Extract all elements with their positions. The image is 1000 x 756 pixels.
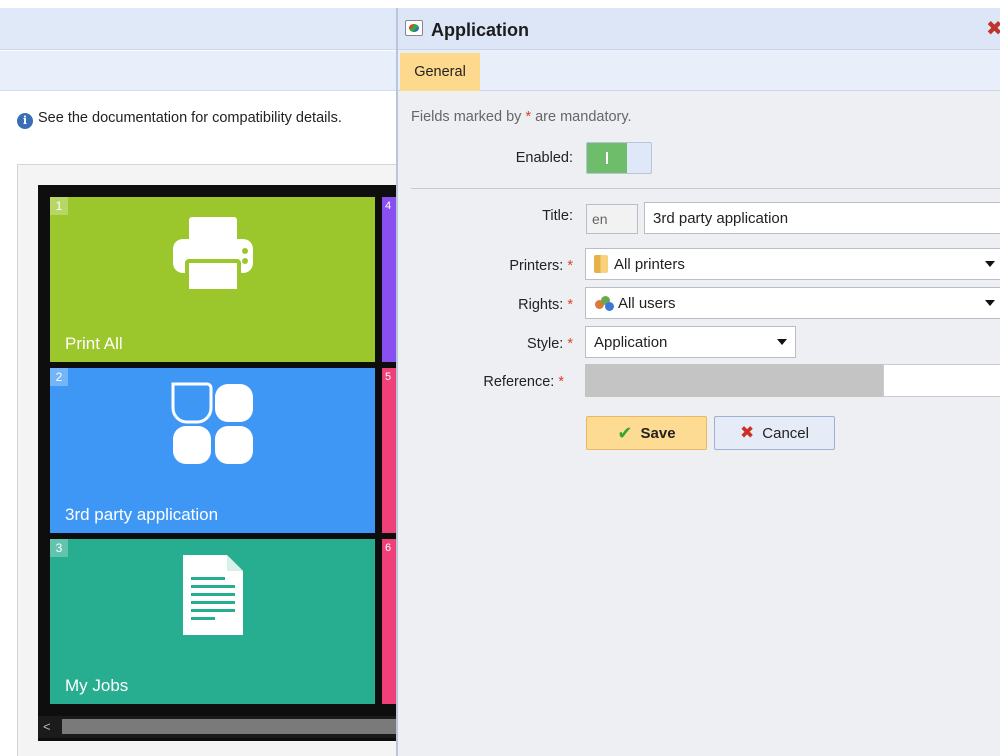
style-select[interactable]: Application <box>585 326 796 358</box>
enabled-label: Enabled: <box>515 150 573 166</box>
rights-label-text: Rights: <box>518 297 564 313</box>
close-icon[interactable]: ✖ <box>986 16 1000 41</box>
mandatory-prefix: Fields marked by <box>411 109 526 125</box>
application-icon <box>171 382 255 471</box>
chevron-down-icon[interactable] <box>985 261 995 267</box>
required-star: * <box>567 258 573 274</box>
tile-number: 1 <box>50 197 68 215</box>
printers-label: Printers: * <box>398 258 573 274</box>
tile-3rd-party-application[interactable]: 2 3rd party application <box>50 368 375 533</box>
chevron-down-icon[interactable] <box>777 339 787 345</box>
save-button-label: Save <box>640 424 676 442</box>
document-icon <box>181 553 245 642</box>
reference-field[interactable] <box>585 364 883 397</box>
tab-general[interactable]: General <box>400 53 480 91</box>
divider <box>411 188 1000 189</box>
cancel-button[interactable]: ✖ Cancel <box>714 416 835 450</box>
save-button[interactable]: ✔ Save <box>586 416 707 450</box>
tile-label: My Jobs <box>65 676 129 695</box>
style-label: Style: * <box>398 336 573 352</box>
printers-label-text: Printers: <box>509 258 564 274</box>
info-text: See the documentation for compatibility … <box>38 110 342 126</box>
dialog-title: Application <box>431 20 529 40</box>
style-select-value: Application <box>594 333 668 351</box>
title-input-value: 3rd party application <box>653 209 789 227</box>
printers-select[interactable]: All printers <box>585 248 1000 280</box>
dialog-tabs: General <box>398 51 1000 91</box>
check-icon: ✔ <box>617 422 633 443</box>
tile-print-all[interactable]: 1 Print All <box>50 197 375 362</box>
required-star: * <box>567 297 573 313</box>
tile-number: 3 <box>50 539 68 557</box>
title-input[interactable]: 3rd party application <box>644 202 1000 234</box>
preview-scrollbar[interactable]: < <box>38 716 396 738</box>
rights-label: Rights: * <box>398 297 573 313</box>
rights-select[interactable]: All users <box>585 287 1000 319</box>
application-window-icon <box>405 20 423 36</box>
reference-input[interactable] <box>883 364 1000 397</box>
printers-select-value: All printers <box>614 255 685 273</box>
cancel-button-label: Cancel <box>762 424 809 442</box>
reference-label: Reference: * <box>398 374 564 390</box>
users-icon <box>594 295 614 311</box>
dialog-header: Application ✖ <box>398 8 1000 50</box>
rights-select-value: All users <box>618 294 676 312</box>
printer-icon <box>171 215 255 298</box>
scrollbar-thumb[interactable] <box>62 719 396 734</box>
chevron-down-icon[interactable] <box>985 300 995 306</box>
tile-label: Print All <box>65 334 123 353</box>
tile-my-jobs[interactable]: 3 My Jobs <box>50 539 375 704</box>
scroll-left-icon[interactable]: < <box>43 719 51 734</box>
page-toolbar <box>0 51 396 91</box>
close-x-icon: ✖ <box>740 423 755 442</box>
required-star: * <box>558 374 564 390</box>
style-label-text: Style: <box>527 336 564 352</box>
required-star: * <box>567 336 573 352</box>
title-language-input[interactable]: en <box>586 204 638 234</box>
application-dialog: Application ✖ General Fields marked by *… <box>396 8 1000 756</box>
mandatory-suffix: are mandatory. <box>531 109 632 125</box>
mandatory-note: Fields marked by * are mandatory. <box>411 109 632 125</box>
tile-number: 6 <box>385 542 392 554</box>
tile-number: 2 <box>50 368 68 386</box>
toggle-on-indicator <box>587 143 627 173</box>
info-icon: i <box>17 113 33 129</box>
page-header-bar <box>0 8 396 50</box>
tile-number: 4 <box>385 200 392 212</box>
tile-4[interactable]: 4 <box>382 197 396 362</box>
compatibility-info: i See the documentation for compatibility… <box>17 107 357 129</box>
tile-label: 3rd party application <box>65 505 219 524</box>
tile-6[interactable]: 6 <box>382 539 396 704</box>
enabled-toggle[interactable] <box>586 142 652 174</box>
tile-number: 5 <box>385 371 392 383</box>
folder-icon <box>594 255 608 273</box>
reference-label-text: Reference: <box>483 374 555 390</box>
title-label: Title: <box>542 208 573 224</box>
tile-5[interactable]: 5 <box>382 368 396 533</box>
